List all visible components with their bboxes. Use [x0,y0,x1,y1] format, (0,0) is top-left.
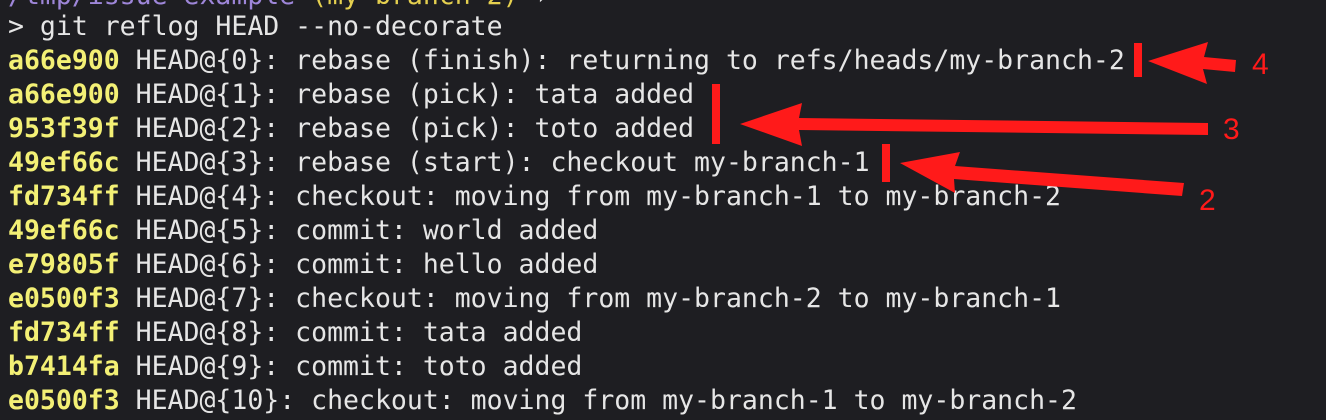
commit-hash: e79805f [8,249,120,280]
arrow-3 [740,103,1208,146]
commit-hash: 49ef66c [8,147,120,178]
prompt-suffix: › [519,0,551,11]
commit-hash: fd734ff [8,317,120,348]
annotation-label-3: 3 [1223,113,1240,146]
reflog-entry: e0500f3 HEAD@{10}: checkout: moving from… [8,384,1077,418]
reflog-text: HEAD@{0}: rebase (finish): returning to … [119,45,1125,76]
command-line: > git reflog HEAD --no-decorate [8,11,503,42]
reflog-text: HEAD@{4}: checkout: moving from my-branc… [119,181,1061,212]
arrow-4 [1148,42,1236,84]
reflog-text: HEAD@{2}: rebase (pick): toto added [119,113,695,144]
reflog-text: HEAD@{1}: rebase (pick): tata added [119,79,695,110]
reflog-text: HEAD@{5}: commit: world added [119,215,599,246]
reflog-entry: a66e900 HEAD@{1}: rebase (pick): tata ad… [8,78,694,112]
commit-hash: a66e900 [8,45,120,76]
reflog-entry: 49ef66c HEAD@{5}: commit: world added [8,214,598,248]
reflog-entry: fd734ff HEAD@{4}: checkout: moving from … [8,180,1061,214]
reflog-entry: fd734ff HEAD@{8}: commit: tata added [8,316,582,350]
reflog-entry: 49ef66c HEAD@{3}: rebase (start): checko… [8,146,870,180]
marker-bar-2 [882,144,890,182]
reflog-entry: e79805f HEAD@{6}: commit: hello added [8,248,598,282]
reflog-entry: e0500f3 HEAD@{7}: checkout: moving from … [8,282,1061,316]
commit-hash: 49ef66c [8,215,120,246]
reflog-text: HEAD@{10}: checkout: moving from my-bran… [119,385,1077,416]
annotation-label-4: 4 [1252,48,1269,81]
marker-bar-3 [712,84,720,144]
annotation-label-2: 2 [1199,184,1216,217]
reflog-entry: b7414fa HEAD@{9}: commit: toto added [8,350,582,384]
commit-hash: e0500f3 [8,385,120,416]
terminal-window: /tmp/issue-example (my-branch-2) › > git… [0,0,1326,420]
commit-hash: b7414fa [8,351,120,382]
commit-hash: 953f39f [8,113,120,144]
reflog-text: HEAD@{8}: commit: tata added [119,317,583,348]
commit-hash: e0500f3 [8,283,120,314]
reflog-text: HEAD@{3}: rebase (start): checkout my-br… [119,147,870,178]
commit-hash: a66e900 [8,79,120,110]
reflog-entry: a66e900 HEAD@{0}: rebase (finish): retur… [8,44,1125,78]
marker-bar-4 [1134,43,1142,77]
reflog-text: HEAD@{6}: commit: hello added [119,249,599,280]
reflog-text: HEAD@{9}: commit: toto added [119,351,583,382]
commit-hash: fd734ff [8,181,120,212]
reflog-entry: 953f39f HEAD@{2}: rebase (pick): toto ad… [8,112,694,146]
reflog-text: HEAD@{7}: checkout: moving from my-branc… [119,283,1061,314]
